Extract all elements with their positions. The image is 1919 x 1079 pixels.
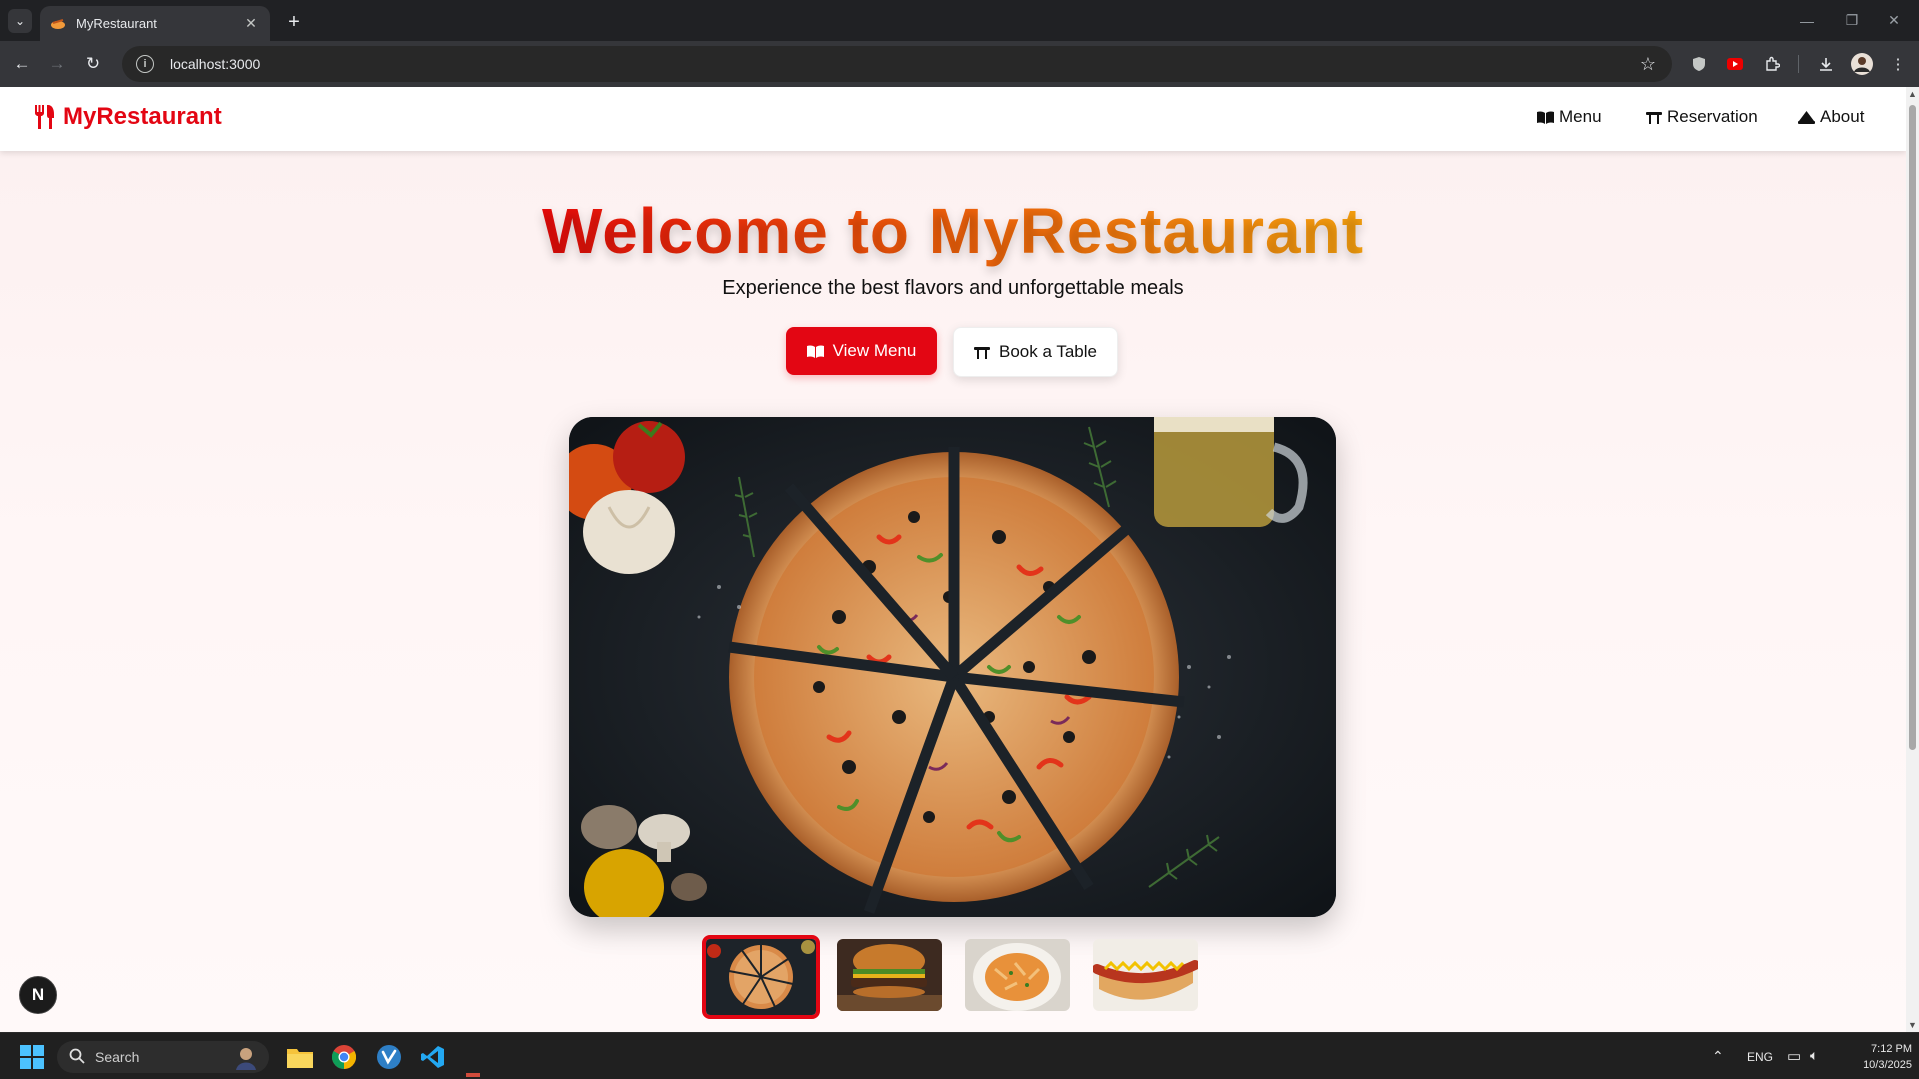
reload-button[interactable]: ↻ — [78, 49, 108, 79]
network-icon[interactable]: ▭ — [1787, 1047, 1801, 1065]
table-icon — [1646, 110, 1662, 124]
tray-overflow-chevron-icon[interactable]: ⌃ — [1712, 1048, 1724, 1065]
windows-taskbar: Search ⌃ ENG ▭ 🔈︎ 7:12 PM 10/3/2025 — [0, 1032, 1919, 1079]
browser-tab[interactable]: MyRestaurant ✕ — [40, 6, 270, 41]
hero-subtitle: Experience the best flavors and unforget… — [722, 277, 1184, 299]
language-indicator[interactable]: ENG — [1747, 1050, 1773, 1064]
reload-icon: ↻ — [85, 54, 101, 73]
page-viewport: MyRestaurant Menu Reservation About Welc… — [0, 87, 1906, 1032]
thumbnail-hotdog[interactable] — [1093, 939, 1198, 1011]
hero-title: Welcome to MyRestaurant — [0, 194, 1906, 268]
thumbnail-burger[interactable] — [837, 939, 942, 1011]
nav-menu-link[interactable]: Menu — [1537, 107, 1602, 127]
volume-icon[interactable]: 🔈︎ — [1810, 1047, 1818, 1064]
nav-menu-label: Menu — [1559, 107, 1602, 126]
bookmark-star-icon[interactable]: ☆ — [1640, 54, 1656, 75]
url-text: localhost:3000 — [170, 56, 261, 72]
book-table-button[interactable]: Book a Table — [953, 327, 1118, 377]
arrow-right-icon: → — [48, 54, 66, 73]
book-open-icon — [806, 344, 824, 358]
clock-time[interactable]: 7:12 PM — [1852, 1043, 1912, 1055]
download-icon[interactable] — [1813, 51, 1839, 77]
tab-search-button[interactable]: ⌄ — [8, 9, 32, 33]
close-tab-icon[interactable]: ✕ — [242, 15, 260, 33]
new-tab-button[interactable]: + — [280, 8, 308, 36]
windows-start-icon[interactable] — [16, 1041, 48, 1073]
book-table-label: Book a Table — [999, 342, 1097, 361]
calendar-peek-icon — [466, 1073, 480, 1077]
brand-name: MyRestaurant — [63, 103, 222, 130]
nav-reservation-link[interactable]: Reservation — [1646, 107, 1758, 127]
nav-about-label: About — [1820, 107, 1865, 126]
vivaldi-icon[interactable] — [373, 1041, 405, 1073]
file-explorer-icon[interactable] — [284, 1041, 316, 1073]
chef-hat-icon — [1798, 110, 1815, 124]
browser-menu-icon[interactable]: ⋮ — [1885, 51, 1911, 77]
brand-logo[interactable]: MyRestaurant — [33, 103, 222, 131]
page-scrollbar[interactable]: ▲ ▼ — [1906, 87, 1919, 1032]
back-button[interactable]: ← — [7, 49, 37, 79]
scroll-up-arrow-icon[interactable]: ▲ — [1906, 87, 1919, 101]
view-menu-button[interactable]: View Menu — [786, 327, 937, 375]
browser-tab-bar: ⌄ MyRestaurant ✕ + — ❐ ✕ — [0, 0, 1919, 41]
profile-avatar-icon[interactable] — [1849, 51, 1875, 77]
extensions-puzzle-icon[interactable] — [1759, 51, 1785, 77]
view-menu-label: View Menu — [832, 341, 917, 360]
scroll-down-arrow-icon[interactable]: ▼ — [1906, 1018, 1919, 1032]
youtube-extension-icon[interactable] — [1722, 51, 1748, 77]
address-bar[interactable]: i localhost:3000 ☆ — [122, 46, 1672, 82]
site-info-icon[interactable]: i — [136, 55, 154, 73]
taskbar-search[interactable]: Search — [57, 1041, 269, 1073]
vscode-icon[interactable] — [417, 1041, 449, 1073]
book-open-icon — [1537, 110, 1554, 124]
close-window-button[interactable]: ✕ — [1866, 0, 1919, 41]
thumbnail-pizza[interactable] — [702, 935, 820, 1019]
taskbar-search-label: Search — [95, 1049, 140, 1065]
utensils-icon — [35, 105, 54, 129]
pizza-image — [569, 417, 1336, 917]
thumbnail-pasta[interactable] — [965, 939, 1070, 1011]
table-icon — [974, 345, 990, 359]
favicon-icon — [50, 16, 66, 32]
shield-extension-icon[interactable] — [1686, 51, 1712, 77]
nav-about-link[interactable]: About — [1798, 107, 1864, 127]
search-icon — [69, 1048, 85, 1067]
chrome-icon[interactable] — [328, 1041, 360, 1073]
tab-title: MyRestaurant — [76, 16, 157, 31]
clock-date[interactable]: 10/3/2025 — [1844, 1059, 1912, 1071]
search-highlight-icon — [233, 1044, 259, 1073]
scrollbar-thumb[interactable] — [1909, 105, 1916, 750]
carousel-main-image[interactable] — [569, 417, 1336, 917]
browser-toolbar: ← → ↻ i localhost:3000 ☆ ⋮ — [0, 41, 1919, 87]
nav-reservation-label: Reservation — [1667, 107, 1758, 126]
forward-button[interactable]: → — [42, 49, 72, 79]
site-navbar: MyRestaurant Menu Reservation About — [0, 87, 1906, 151]
chevron-down-icon: ⌄ — [14, 14, 26, 28]
nextjs-dev-indicator[interactable]: N — [19, 976, 57, 1014]
hero-title-text: Welcome to MyRestaurant — [542, 195, 1364, 267]
arrow-left-icon: ← — [13, 54, 31, 73]
